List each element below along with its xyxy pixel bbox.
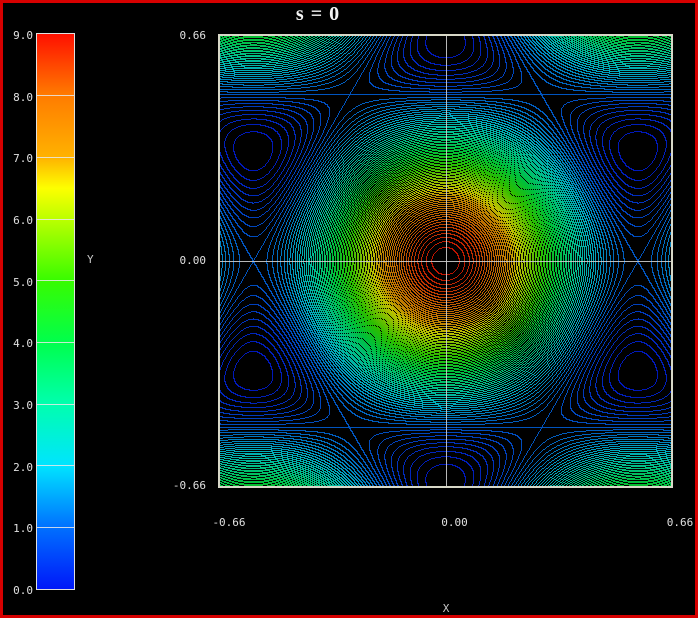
- y-tick-label: 0.00: [123, 255, 206, 267]
- y-axis-label: Y: [87, 253, 94, 266]
- x-tick-label: 0.66: [648, 517, 698, 529]
- y-tick-label: 0.66: [123, 30, 206, 42]
- colorbar-tick-label: 2.0: [5, 462, 33, 474]
- colorbar-tick-line: [37, 219, 74, 220]
- colorbar-gradient: [37, 34, 74, 589]
- colorbar-tick-line: [37, 404, 74, 405]
- x-tick-label: 0.00: [423, 517, 487, 529]
- colorbar-tick-label: 1.0: [5, 523, 33, 535]
- colorbar: [36, 33, 75, 590]
- colorbar-tick-label: 9.0: [5, 30, 33, 42]
- y-tick-label: -0.66: [123, 480, 206, 492]
- colorbar-tick-line: [37, 527, 74, 528]
- colorbar-tick-label: 4.0: [5, 338, 33, 350]
- contour-plot-canvas: [218, 34, 673, 488]
- colorbar-tick-line: [37, 465, 74, 466]
- colorbar-tick-line: [37, 157, 74, 158]
- colorbar-tick-label: 8.0: [5, 92, 33, 104]
- colorbar-tick-label: 3.0: [5, 400, 33, 412]
- colorbar-tick-line: [37, 342, 74, 343]
- plot-window: s = 0 9.0 8.0 7.0 6.0 5.0 4.0 3.0 2.0 1.0 0.0 Y 0…: [0, 0, 698, 618]
- x-axis-label: X: [426, 602, 466, 615]
- colorbar-tick-line: [37, 95, 74, 96]
- colorbar-tick-label: 6.0: [5, 215, 33, 227]
- colorbar-tick-label: 0.0: [5, 585, 33, 597]
- colorbar-tick-label: 7.0: [5, 153, 33, 165]
- x-tick-label: -0.66: [197, 517, 261, 529]
- plot-title: s = 0: [168, 3, 468, 26]
- colorbar-tick-line: [37, 280, 74, 281]
- colorbar-tick-label: 5.0: [5, 277, 33, 289]
